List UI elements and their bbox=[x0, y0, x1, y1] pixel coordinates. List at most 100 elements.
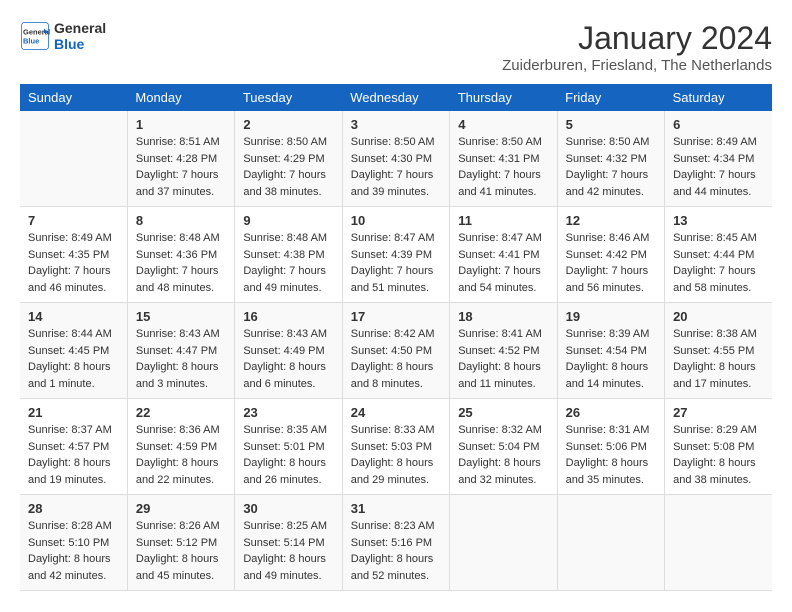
header-tuesday: Tuesday bbox=[235, 84, 342, 111]
day-info: Sunrise: 8:47 AMSunset: 4:39 PMDaylight:… bbox=[351, 230, 441, 296]
day-info: Sunrise: 8:44 AMSunset: 4:45 PMDaylight:… bbox=[28, 326, 119, 392]
day-number: 4 bbox=[458, 117, 548, 132]
calendar-cell: 11 Sunrise: 8:47 AMSunset: 4:41 PMDayligh… bbox=[450, 207, 557, 303]
location-subtitle: Zuiderburen, Friesland, The Netherlands bbox=[502, 57, 772, 74]
day-info: Sunrise: 8:36 AMSunset: 4:59 PMDaylight:… bbox=[136, 422, 226, 488]
calendar-week-row: 14 Sunrise: 8:44 AMSunset: 4:45 PMDayligh… bbox=[20, 303, 772, 399]
day-number: 29 bbox=[136, 501, 226, 516]
day-number: 24 bbox=[351, 405, 441, 420]
day-info: Sunrise: 8:43 AMSunset: 4:49 PMDaylight:… bbox=[243, 326, 333, 392]
calendar-cell: 17Sunrise: 8:42 AMSunset: 4:50 PMDayligh… bbox=[342, 303, 449, 399]
day-number: 8 bbox=[136, 213, 226, 228]
day-number: 5 bbox=[566, 117, 656, 132]
calendar-cell: 15 Sunrise: 8:43 AMSunset: 4:47 PMDayligh… bbox=[127, 303, 234, 399]
header-wednesday: Wednesday bbox=[342, 84, 449, 111]
day-number: 3 bbox=[351, 117, 441, 132]
calendar-cell: 30Sunrise: 8:25 AMSunset: 5:14 PMDayligh… bbox=[235, 495, 342, 591]
header-sunday: Sunday bbox=[20, 84, 127, 111]
day-info: Sunrise: 8:31 AMSunset: 5:06 PMDaylight:… bbox=[566, 422, 656, 488]
calendar-cell: 21 Sunrise: 8:37 AMSunset: 4:57 PMDayligh… bbox=[20, 399, 127, 495]
day-number: 9 bbox=[243, 213, 333, 228]
calendar-cell: 26 Sunrise: 8:31 AMSunset: 5:06 PMDayligh… bbox=[557, 399, 664, 495]
day-number: 6 bbox=[673, 117, 764, 132]
day-info: Sunrise: 8:28 AMSunset: 5:10 PMDaylight:… bbox=[28, 518, 119, 584]
day-number: 20 bbox=[673, 309, 764, 324]
day-info: Sunrise: 8:51 AMSunset: 4:28 PMDaylight:… bbox=[136, 134, 226, 200]
calendar-cell: 19Sunrise: 8:39 AMSunset: 4:54 PMDayligh… bbox=[557, 303, 664, 399]
calendar-cell: 27Sunrise: 8:29 AMSunset: 5:08 PMDayligh… bbox=[665, 399, 772, 495]
day-info: Sunrise: 8:48 AMSunset: 4:38 PMDaylight:… bbox=[243, 230, 333, 296]
header-saturday: Saturday bbox=[665, 84, 772, 111]
day-info: Sunrise: 8:33 AMSunset: 5:03 PMDaylight:… bbox=[351, 422, 441, 488]
day-number: 19 bbox=[566, 309, 656, 324]
day-info: Sunrise: 8:50 AMSunset: 4:32 PMDaylight:… bbox=[566, 134, 656, 200]
day-info: Sunrise: 8:26 AMSunset: 5:12 PMDaylight:… bbox=[136, 518, 226, 584]
day-number: 1 bbox=[136, 117, 226, 132]
calendar-cell: 31Sunrise: 8:23 AMSunset: 5:16 PMDayligh… bbox=[342, 495, 449, 591]
day-number: 31 bbox=[351, 501, 441, 516]
calendar-cell: 28 Sunrise: 8:28 AMSunset: 5:10 PMDayligh… bbox=[20, 495, 127, 591]
calendar-cell: 1 Sunrise: 8:51 AMSunset: 4:28 PMDaylight… bbox=[127, 111, 234, 207]
day-info: Sunrise: 8:45 AMSunset: 4:44 PMDaylight:… bbox=[673, 230, 764, 296]
calendar-cell: 16Sunrise: 8:43 AMSunset: 4:49 PMDayligh… bbox=[235, 303, 342, 399]
day-info: Sunrise: 8:38 AMSunset: 4:55 PMDaylight:… bbox=[673, 326, 764, 392]
day-info: Sunrise: 8:43 AMSunset: 4:47 PMDaylight:… bbox=[136, 326, 226, 392]
calendar-cell: 13Sunrise: 8:45 AMSunset: 4:44 PMDayligh… bbox=[665, 207, 772, 303]
day-info: Sunrise: 8:49 AMSunset: 4:34 PMDaylight:… bbox=[673, 134, 764, 200]
day-number: 28 bbox=[28, 501, 119, 516]
calendar-cell bbox=[20, 111, 127, 207]
day-info: Sunrise: 8:37 AMSunset: 4:57 PMDaylight:… bbox=[28, 422, 119, 488]
day-info: Sunrise: 8:25 AMSunset: 5:14 PMDaylight:… bbox=[243, 518, 333, 584]
calendar-cell: 20 Sunrise: 8:38 AMSunset: 4:55 PMDayligh… bbox=[665, 303, 772, 399]
day-number: 10 bbox=[351, 213, 441, 228]
day-info: Sunrise: 8:42 AMSunset: 4:50 PMDaylight:… bbox=[351, 326, 441, 392]
calendar-cell: 18Sunrise: 8:41 AMSunset: 4:52 PMDayligh… bbox=[450, 303, 557, 399]
day-number: 21 bbox=[28, 405, 119, 420]
calendar-cell: 7 Sunrise: 8:49 AMSunset: 4:35 PMDaylight… bbox=[20, 207, 127, 303]
calendar-cell: 2Sunrise: 8:50 AMSunset: 4:29 PMDaylight… bbox=[235, 111, 342, 207]
calendar-cell: 14 Sunrise: 8:44 AMSunset: 4:45 PMDayligh… bbox=[20, 303, 127, 399]
calendar-cell: 9 Sunrise: 8:48 AMSunset: 4:38 PMDaylight… bbox=[235, 207, 342, 303]
calendar-cell: 6 Sunrise: 8:49 AMSunset: 4:34 PMDaylight… bbox=[665, 111, 772, 207]
calendar-table: Sunday Monday Tuesday Wednesday Thursday… bbox=[20, 84, 772, 591]
day-info: Sunrise: 8:48 AMSunset: 4:36 PMDaylight:… bbox=[136, 230, 226, 296]
day-info: Sunrise: 8:46 AMSunset: 4:42 PMDaylight:… bbox=[566, 230, 656, 296]
header-thursday: Thursday bbox=[450, 84, 557, 111]
day-info: Sunrise: 8:47 AMSunset: 4:41 PMDaylight:… bbox=[458, 230, 548, 296]
day-number: 14 bbox=[28, 309, 119, 324]
calendar-week-row: 1 Sunrise: 8:51 AMSunset: 4:28 PMDaylight… bbox=[20, 111, 772, 207]
calendar-cell: 8 Sunrise: 8:48 AMSunset: 4:36 PMDaylight… bbox=[127, 207, 234, 303]
month-title: January 2024 bbox=[502, 20, 772, 57]
day-number: 27 bbox=[673, 405, 764, 420]
day-info: Sunrise: 8:32 AMSunset: 5:04 PMDaylight:… bbox=[458, 422, 548, 488]
calendar-cell bbox=[450, 495, 557, 591]
day-info: Sunrise: 8:50 AMSunset: 4:30 PMDaylight:… bbox=[351, 134, 441, 200]
day-number: 15 bbox=[136, 309, 226, 324]
day-number: 18 bbox=[458, 309, 548, 324]
day-number: 25 bbox=[458, 405, 548, 420]
logo-icon: General Blue bbox=[20, 21, 50, 51]
calendar-cell: 23Sunrise: 8:35 AMSunset: 5:01 PMDayligh… bbox=[235, 399, 342, 495]
day-number: 2 bbox=[243, 117, 333, 132]
logo: General Blue General Blue bbox=[20, 20, 106, 52]
calendar-week-row: 21 Sunrise: 8:37 AMSunset: 4:57 PMDayligh… bbox=[20, 399, 772, 495]
header-monday: Monday bbox=[127, 84, 234, 111]
calendar-cell: 25 Sunrise: 8:32 AMSunset: 5:04 PMDayligh… bbox=[450, 399, 557, 495]
title-block: January 2024 Zuiderburen, Friesland, The… bbox=[502, 20, 772, 74]
calendar-cell: 10 Sunrise: 8:47 AMSunset: 4:39 PMDayligh… bbox=[342, 207, 449, 303]
page-header: General Blue General Blue January 2024 Z… bbox=[20, 20, 772, 74]
day-number: 7 bbox=[28, 213, 119, 228]
day-info: Sunrise: 8:49 AMSunset: 4:35 PMDaylight:… bbox=[28, 230, 119, 296]
calendar-week-row: 7 Sunrise: 8:49 AMSunset: 4:35 PMDaylight… bbox=[20, 207, 772, 303]
logo-general: General bbox=[54, 20, 106, 36]
calendar-header-row: Sunday Monday Tuesday Wednesday Thursday… bbox=[20, 84, 772, 111]
calendar-week-row: 28 Sunrise: 8:28 AMSunset: 5:10 PMDayligh… bbox=[20, 495, 772, 591]
logo-blue: Blue bbox=[54, 36, 106, 52]
header-friday: Friday bbox=[557, 84, 664, 111]
calendar-cell: 24 Sunrise: 8:33 AMSunset: 5:03 PMDayligh… bbox=[342, 399, 449, 495]
calendar-cell: 12Sunrise: 8:46 AMSunset: 4:42 PMDayligh… bbox=[557, 207, 664, 303]
day-number: 11 bbox=[458, 213, 548, 228]
svg-text:Blue: Blue bbox=[23, 37, 39, 46]
calendar-cell: 3 Sunrise: 8:50 AMSunset: 4:30 PMDaylight… bbox=[342, 111, 449, 207]
day-number: 26 bbox=[566, 405, 656, 420]
